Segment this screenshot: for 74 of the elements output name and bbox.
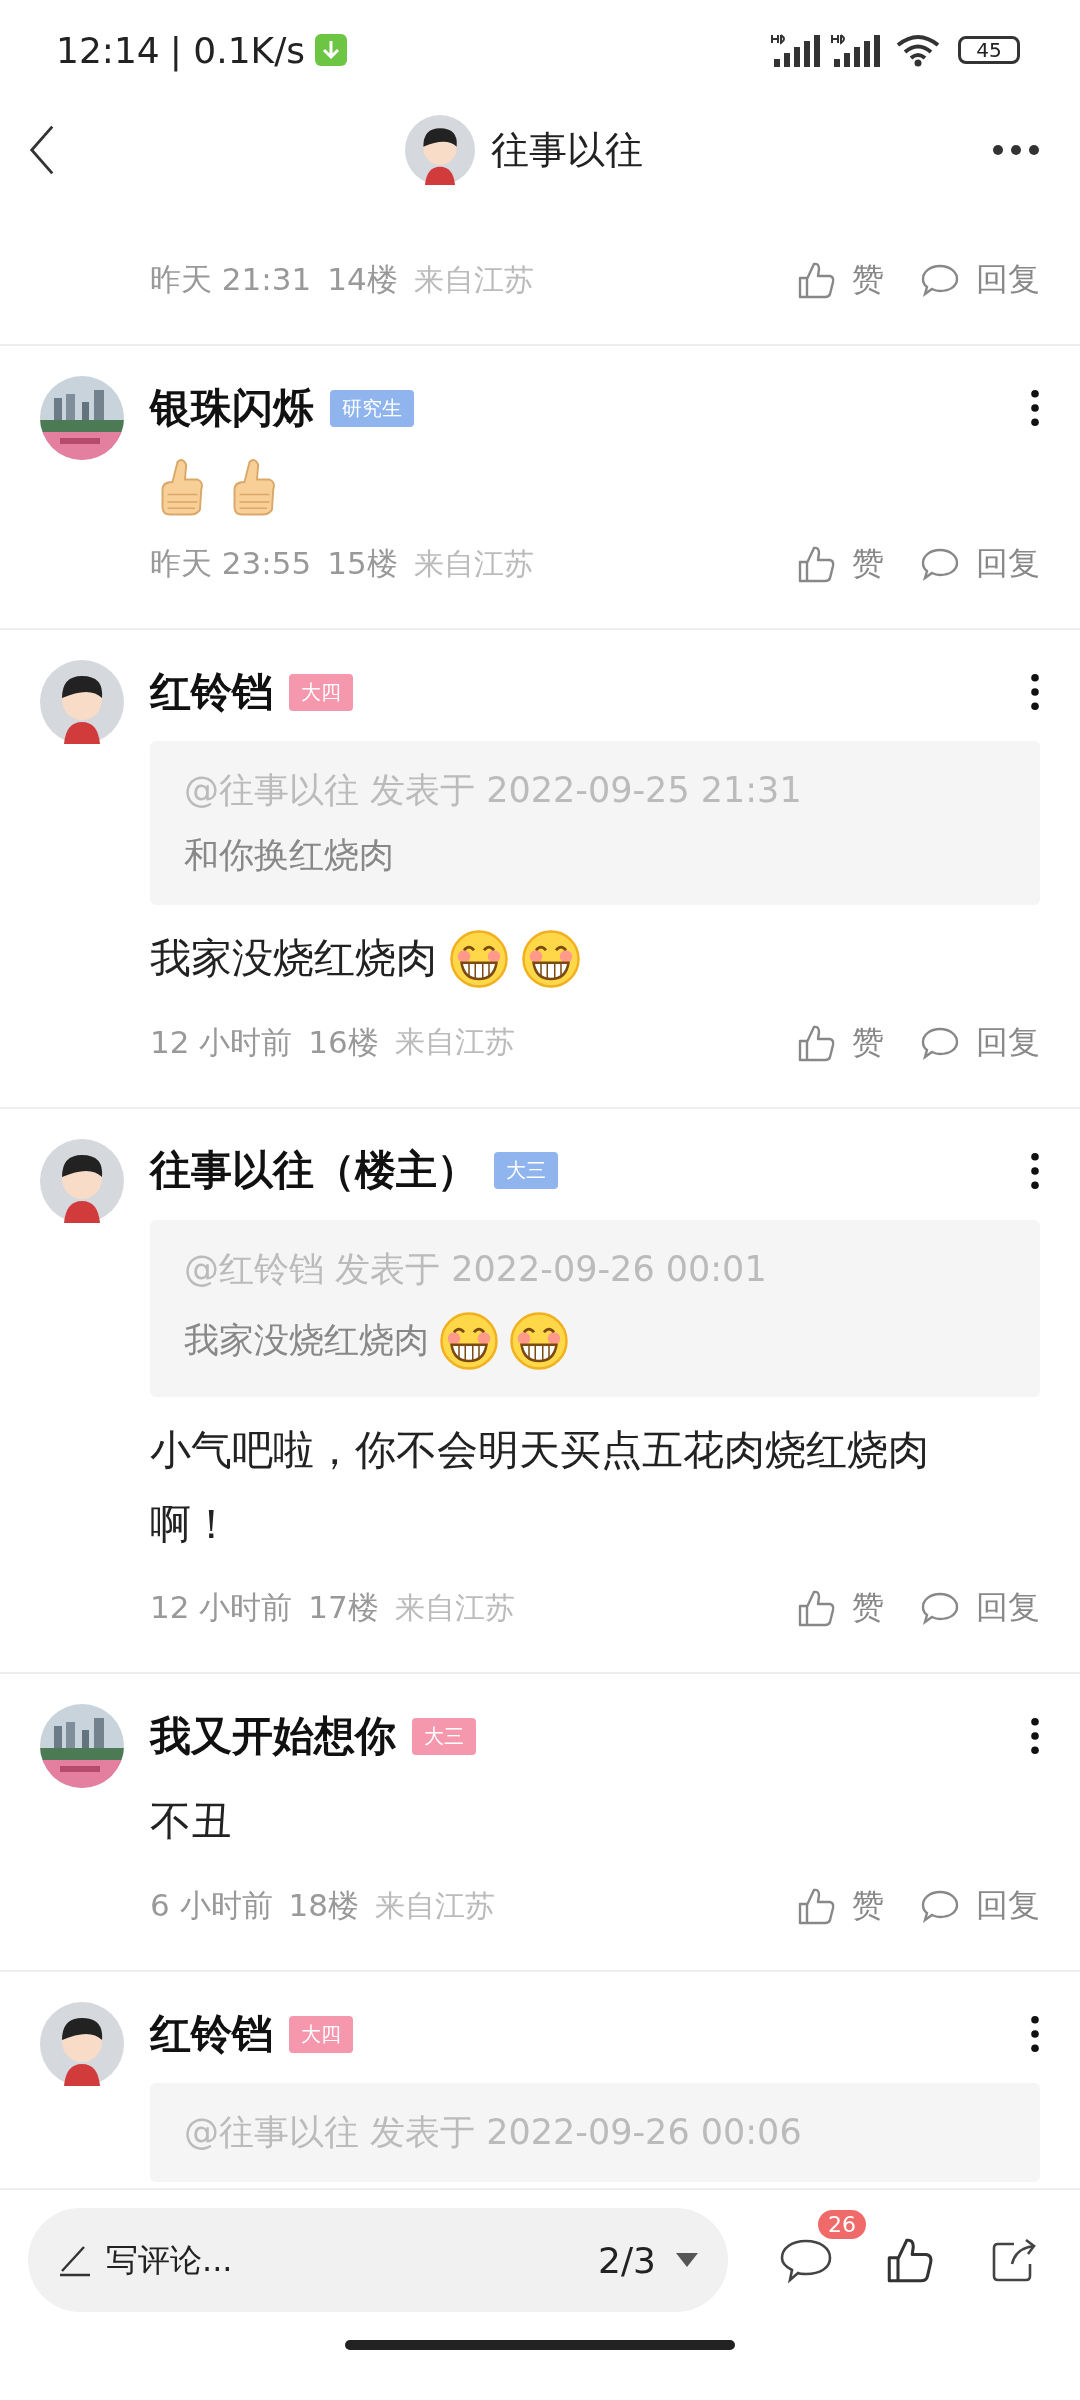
location-text: 来自江苏: [413, 260, 534, 299]
quote-source: @往事以往 发表于 2022-09-26 00:06: [184, 2111, 803, 2155]
reply-button[interactable]: 回复: [976, 1020, 1040, 1065]
quote-text: 和你换红烧肉: [184, 834, 394, 877]
grin-emoji-icon: [521, 928, 581, 989]
floor-number: 18楼: [288, 1886, 360, 1926]
grade-tag: 大四: [289, 2015, 353, 2053]
location-text: 来自江苏: [375, 1886, 496, 1925]
grade-tag: 大四: [289, 673, 353, 711]
avatar-icon[interactable]: [405, 115, 475, 185]
quote-text: 我家没烧红烧肉: [184, 1319, 429, 1363]
like-button[interactable]: 赞: [852, 542, 884, 586]
comment-count-badge: 26: [818, 2210, 866, 2239]
thumbs-up-icon[interactable]: [796, 1588, 836, 1629]
avatar-icon[interactable]: [40, 2002, 124, 2087]
reply-button[interactable]: 回复: [976, 1884, 1040, 1929]
user-name[interactable]: 红铃铛: [150, 2006, 273, 2062]
location-text: 来自江苏: [394, 1023, 515, 1062]
grade-tag: 大三: [494, 1152, 558, 1190]
thumbs-up-icon[interactable]: [796, 544, 836, 584]
post-time: 昨天 23:55: [150, 544, 312, 583]
comment-text: 不丑: [150, 1796, 232, 1848]
more-icon[interactable]: [1030, 1151, 1040, 1190]
avatar-icon[interactable]: [40, 660, 124, 744]
status-time: 12:14: [56, 29, 160, 71]
post-time: 12 小时前: [150, 1022, 293, 1062]
like-button[interactable]: 赞: [852, 1884, 884, 1929]
signal-icon: [830, 33, 880, 67]
more-icon[interactable]: [992, 144, 1040, 156]
grade-tag: 大三: [412, 1717, 476, 1755]
quote-source: @往事以往 发表于 2022-09-25 21:31: [184, 769, 803, 812]
floor-number: 15楼: [327, 544, 398, 583]
location-text: 来自江苏: [394, 1588, 515, 1627]
grade-tag: 研究生: [330, 389, 414, 427]
page-selector[interactable]: 2/3: [598, 2239, 656, 2281]
thumbs-up-icon[interactable]: [796, 260, 836, 300]
back-icon[interactable]: [28, 124, 56, 176]
post-time: 昨天 21:31: [150, 260, 312, 299]
more-icon[interactable]: [1030, 1717, 1040, 1756]
user-name[interactable]: 红铃铛: [150, 664, 273, 720]
network-speed: | 0.1K/s: [169, 29, 306, 71]
user-name[interactable]: 往事以往（楼主）: [150, 1143, 478, 1199]
more-icon[interactable]: [1030, 673, 1040, 711]
floor-number: 16楼: [308, 1022, 379, 1062]
like-button[interactable]: 赞: [852, 1586, 884, 1631]
reply-button[interactable]: 回复: [976, 258, 1040, 302]
page-title: 往事以往: [491, 126, 643, 174]
caret-icon[interactable]: [676, 2253, 698, 2267]
grin-emoji-icon: [509, 1310, 569, 1371]
post-time: 6 小时前: [150, 1886, 273, 1926]
comment-text: 小气吧啦，你不会明天买点五花肉烧红烧肉啊！: [150, 1424, 930, 1550]
reply-button[interactable]: 回复: [976, 542, 1040, 586]
download-icon: [315, 34, 348, 66]
floor-number: 14楼: [327, 260, 398, 299]
wifi-icon: [896, 33, 940, 67]
more-icon[interactable]: [1030, 389, 1040, 427]
battery-level: 45: [976, 38, 1002, 62]
thumbs-up-icon[interactable]: [796, 1886, 836, 1927]
quote-source: @红铃铛 发表于 2022-09-26 00:01: [184, 1247, 768, 1291]
avatar-icon[interactable]: [40, 1138, 124, 1223]
user-name[interactable]: 银珠闪烁: [150, 380, 314, 436]
more-icon[interactable]: [1030, 2015, 1040, 2054]
location-text: 来自江苏: [413, 544, 534, 583]
user-name[interactable]: 我又开始想你: [150, 1708, 396, 1764]
signal-icon: [770, 33, 820, 67]
grin-emoji-icon: [439, 1310, 499, 1371]
floor-number: 17楼: [308, 1588, 379, 1628]
post-time: 12 小时前: [150, 1588, 293, 1628]
like-button[interactable]: 赞: [852, 258, 884, 302]
comment-text: 我家没烧红烧肉: [150, 933, 437, 984]
grin-emoji-icon: [449, 928, 509, 989]
comment-field[interactable]: 写评论... 2/3: [28, 2208, 728, 2312]
reply-button[interactable]: 回复: [976, 1586, 1040, 1631]
like-button[interactable]: 赞: [852, 1020, 884, 1065]
